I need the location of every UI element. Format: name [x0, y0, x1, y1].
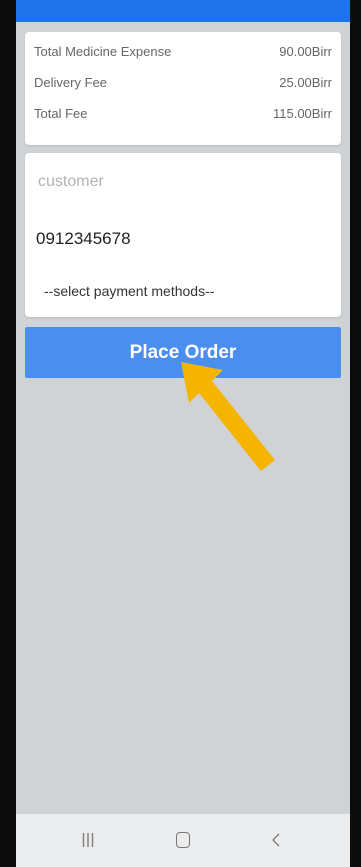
home-icon[interactable] — [176, 832, 190, 848]
recent-apps-icon[interactable] — [82, 832, 94, 848]
summary-value: 90.00Birr — [279, 44, 332, 59]
summary-label: Total Fee — [34, 106, 88, 121]
phone-field[interactable]: 0912345678 — [36, 229, 131, 249]
payment-method-select[interactable]: --select payment methods-- — [44, 283, 214, 299]
phone-frame: Total Medicine Expense 90.00Birr Deliver… — [0, 0, 361, 867]
android-nav-bar — [16, 814, 350, 867]
summary-value: 115.00Birr — [272, 106, 332, 121]
customer-input[interactable]: customer — [38, 173, 104, 191]
summary-row-medicine: Total Medicine Expense 90.00Birr — [34, 44, 332, 62]
arrow-pointer-icon — [181, 362, 275, 471]
status-bar — [16, 0, 350, 22]
summary-label: Total Medicine Expense — [34, 44, 172, 59]
summary-row-total: Total Fee 115.00Birr — [34, 106, 332, 124]
order-summary-card: Total Medicine Expense 90.00Birr Deliver… — [25, 32, 341, 145]
summary-value: 25.00Birr — [279, 75, 332, 90]
summary-row-delivery: Delivery Fee 25.00Birr — [34, 75, 332, 93]
summary-label: Delivery Fee — [34, 75, 107, 90]
back-icon[interactable] — [271, 832, 281, 848]
customer-form-card: customer 0912345678 --select payment met… — [25, 153, 341, 317]
phone-screen: Total Medicine Expense 90.00Birr Deliver… — [16, 0, 350, 867]
